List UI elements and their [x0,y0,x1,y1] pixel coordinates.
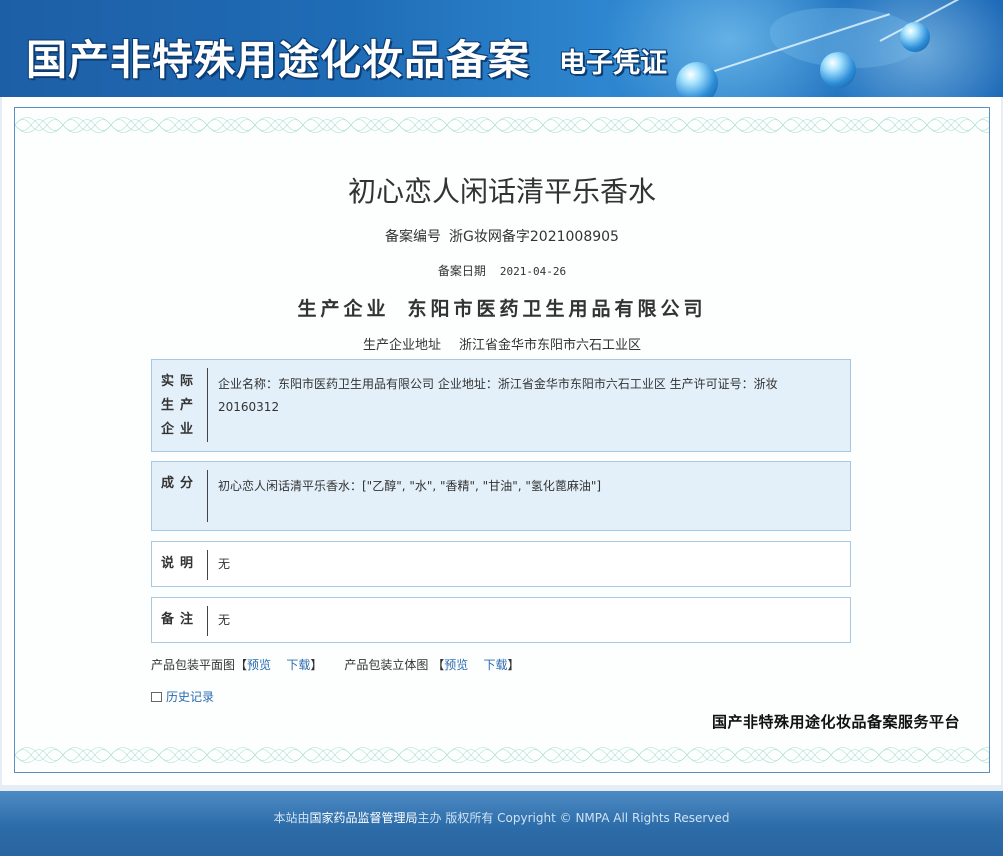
ingredients-text: 初心恋人闲话清平乐香水：["乙醇", "水", "香精", "甘油", "氢化蓖… [218,479,602,493]
bracket-open: 【 [432,658,445,672]
footer-prefix: 本站由 [273,811,310,825]
description-text: 无 [218,557,231,571]
actual-producer-text: 企业名称：东阳市医药卫生用品有限公司 企业地址：浙江省金华市东阳市六石工业区 生… [218,377,778,414]
page-footer: 本站由国家药品监督管理局主办 版权所有 Copyright © NMPA All… [0,791,1003,856]
description-label: 说明 [160,556,199,571]
manufacturer-address-row: 生产企业地址 浙江省金华市东阳市六石工业区 [15,334,989,353]
footer-agency: 国家药品监督管理局 [309,811,418,825]
record-date-value: 2021-04-26 [499,265,567,278]
solid-download-link[interactable]: 下载 [483,658,507,672]
bracket-close: 】 [507,658,520,672]
banner-title: 国产非特殊用途化妆品备案 [26,36,530,84]
solid-package-label: 产品包装立体图 [344,658,429,672]
molecule-orb-icon [820,52,856,88]
record-date-label: 备案日期 [437,264,486,278]
banner-subtitle: 电子凭证 [559,48,667,79]
footer-suffix: 主办 版权所有 Copyright © NMPA All Rights Rese… [417,811,730,825]
guilloche-border-top [15,117,989,133]
manufacturer-row: 生产企业 东阳市医药卫生用品有限公司 [15,294,989,321]
bracket-open: 【 [235,658,248,672]
ingredients-section: 成分 初心恋人闲话清平乐香水：["乙醇", "水", "香精", "甘油", "… [151,461,851,531]
history-icon [151,692,162,702]
manufacturer-label: 生产企业 [297,298,390,320]
section-divider [207,368,208,442]
footer-copyright: 本站由国家药品监督管理局主办 版权所有 Copyright © NMPA All… [0,809,1003,826]
section-divider [207,470,208,522]
remarks-text: 无 [218,613,231,627]
actual-producer-label: 实际生产企业 [160,374,199,437]
manufacturer-value: 东阳市医药卫生用品有限公司 [407,298,707,320]
solid-preview-link[interactable]: 预览 [444,658,468,672]
ingredients-label: 成分 [160,476,199,491]
actual-producer-section: 实际生产企业 企业名称：东阳市医药卫生用品有限公司 企业地址：浙江省金华市东阳市… [151,359,851,452]
flat-preview-link[interactable]: 预览 [247,658,271,672]
remarks-label: 备注 [160,612,199,627]
history-link[interactable]: 历史记录 [151,688,214,705]
molecule-orb-icon [900,22,930,52]
section-divider [207,606,208,636]
record-date-row: 备案日期 2021-04-26 [15,262,989,279]
product-name-title: 初心恋人闲话清平乐香水 [347,175,656,208]
section-divider [207,550,208,580]
manufacturer-address-value: 浙江省金华市东阳市六石工业区 [459,338,642,353]
flat-download-link[interactable]: 下载 [286,658,310,672]
remarks-section: 备注 无 [151,597,851,643]
record-number-row: 备案编号 浙G妆网备字2021008905 [15,226,989,246]
record-number-value: 浙G妆网备字2021008905 [449,229,619,245]
flat-package-label: 产品包装平面图 [151,658,236,672]
header-banner: 国产非特殊用途化妆品备案 电子凭证 [0,0,1003,97]
molecule-orb-icon [676,62,718,97]
history-link-label[interactable]: 历史记录 [166,690,214,704]
record-number-label: 备案编号 [385,229,442,245]
certificate-container: 初心恋人闲话清平乐香水 备案编号 浙G妆网备字2021008905 备案日期 202… [2,97,1001,785]
guilloche-border-bottom [15,747,989,763]
package-image-links: 产品包装平面图【预览 下载】 产品包装立体图 【预览 下载】 [151,656,520,673]
certificate-frame: 初心恋人闲话清平乐香水 备案编号 浙G妆网备字2021008905 备案日期 202… [14,107,990,773]
bracket-close: 】 [310,658,323,672]
manufacturer-address-label: 生产企业地址 [362,338,441,353]
description-section: 说明 无 [151,541,851,587]
platform-name: 国产非特殊用途化妆品备案服务平台 [711,713,960,731]
